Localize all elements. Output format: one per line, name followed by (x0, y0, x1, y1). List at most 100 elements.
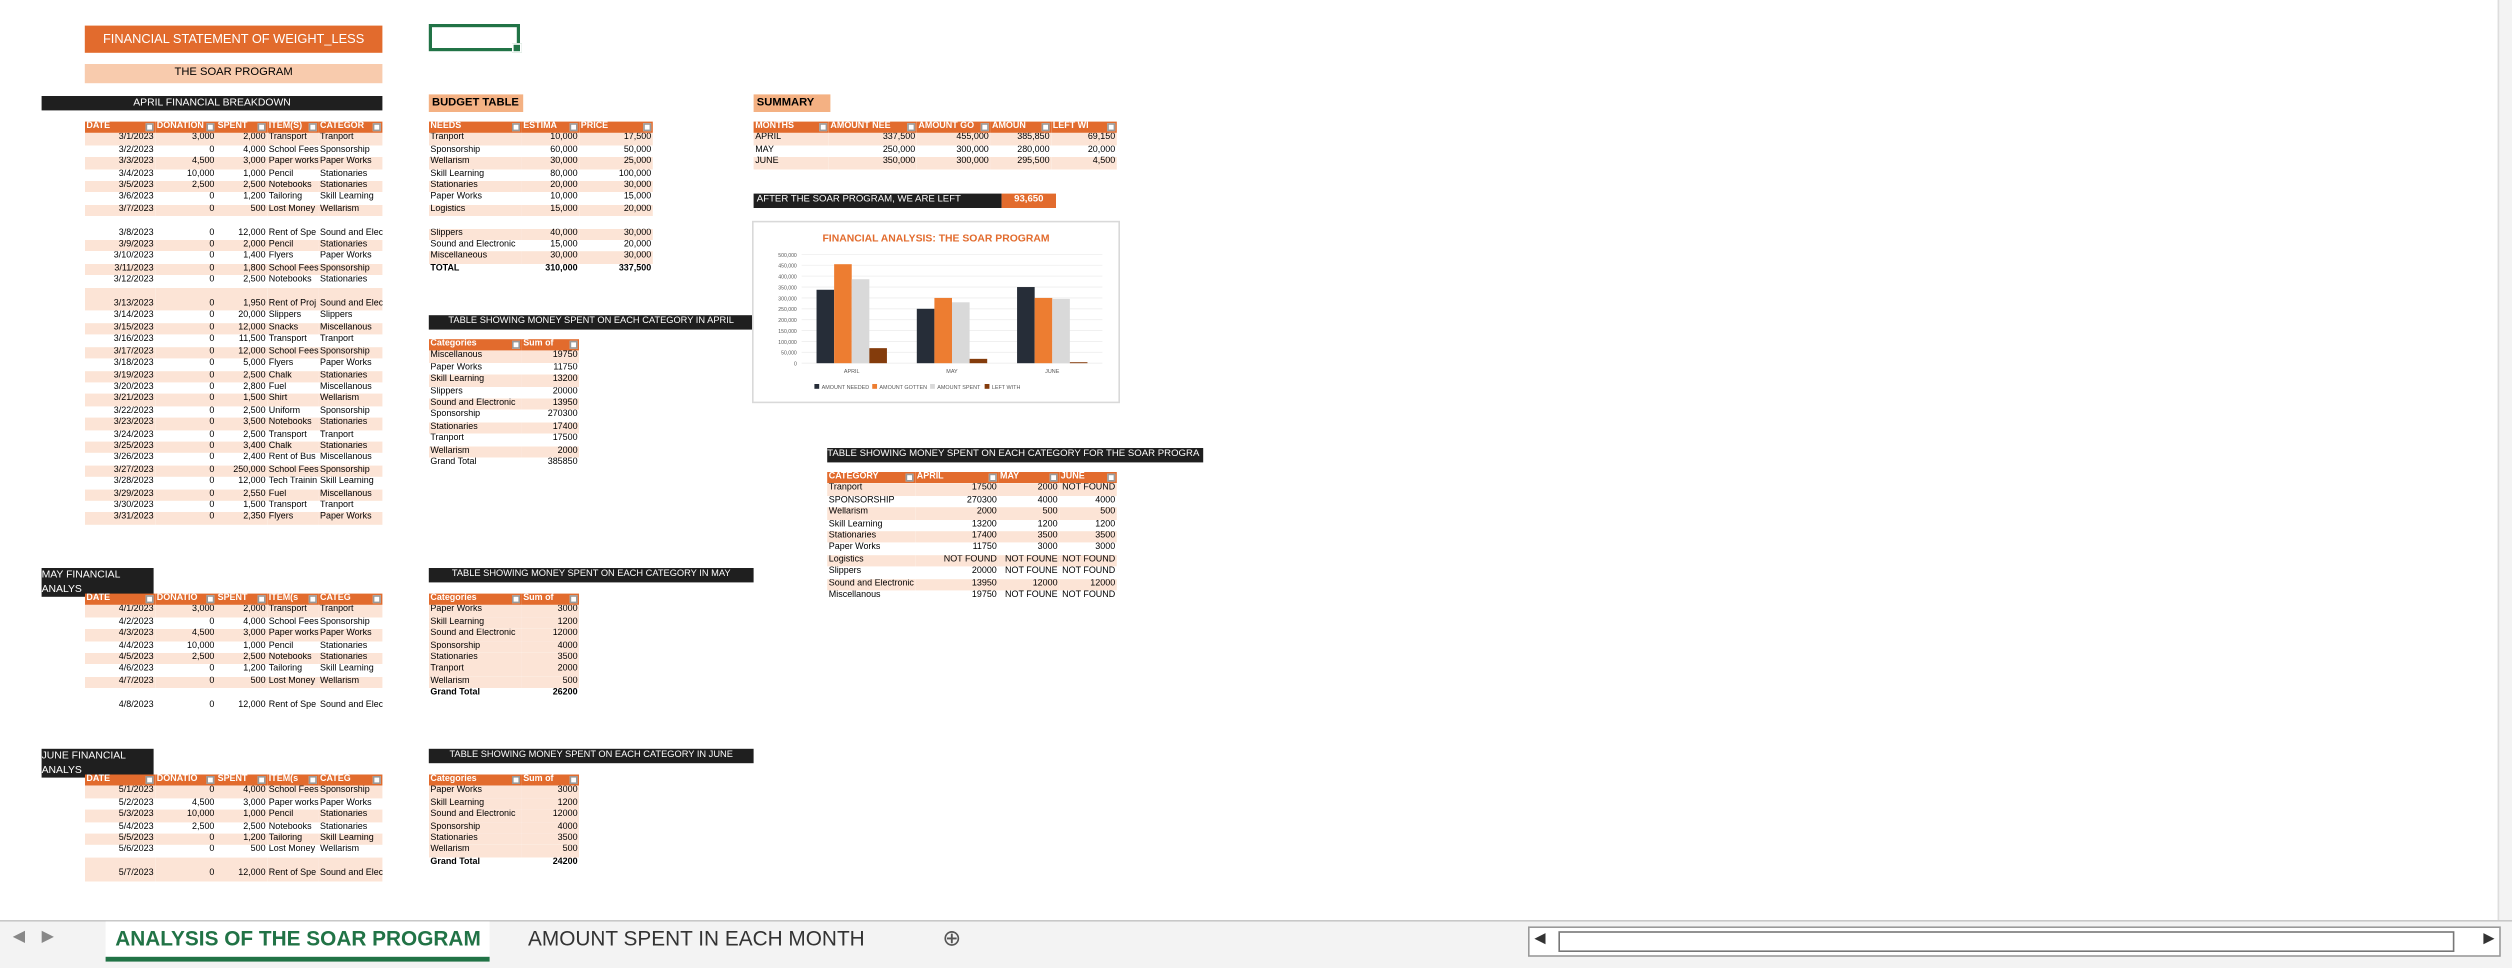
table-cell[interactable]: 0 (155, 664, 216, 677)
table-cell[interactable]: Miscellanous (827, 590, 916, 603)
header-cell[interactable]: Sum of (521, 593, 580, 606)
table-cell[interactable]: Tranport (428, 434, 522, 446)
header-cell[interactable]: SPENT (216, 593, 268, 606)
table-cell[interactable]: Skill Learning (318, 833, 383, 846)
table-cell[interactable]: Sound and Electronics (318, 287, 383, 312)
table-cell[interactable]: Wellarism (428, 445, 522, 458)
table-cell[interactable]: 3000 (521, 786, 580, 799)
table-cell[interactable]: 100,000 (579, 169, 653, 181)
table-cell[interactable]: Skill Learning (428, 798, 522, 810)
horizontal-scrollbar[interactable]: ◀ ▶ (1528, 926, 2501, 957)
header-cell[interactable]: SPENT (216, 121, 268, 134)
table-cell[interactable]: Slippers (267, 311, 319, 323)
table-cell[interactable]: 30,000 (579, 251, 653, 264)
table-cell[interactable]: Stationaries (827, 531, 916, 544)
table-cell[interactable]: Sound and Electronic (428, 809, 522, 822)
table-cell[interactable]: 3500 (1059, 531, 1117, 544)
table-cell[interactable]: Sponsorship (318, 405, 383, 418)
table-cell[interactable]: Wellarism (428, 157, 522, 169)
table-cell[interactable]: 26200 (521, 688, 580, 701)
table-cell[interactable]: 0 (155, 275, 216, 288)
table-cell[interactable]: 3/24/2023 (84, 429, 156, 442)
table-cell[interactable]: Slippers (428, 386, 522, 399)
table-cell[interactable]: 1200 (998, 519, 1060, 532)
table-cell[interactable]: Skill Learning (428, 617, 522, 630)
table-cell[interactable]: 3/13/2023 (84, 287, 156, 312)
table-cell[interactable]: 5/2/2023 (84, 798, 156, 810)
table-cell[interactable]: Tailoring (267, 192, 319, 205)
table-cell[interactable]: Tranport (318, 605, 383, 618)
table-cell[interactable]: Stationaries (318, 641, 383, 653)
table-cell[interactable]: Pencil (267, 641, 319, 653)
table-cell[interactable]: 337,500 (579, 263, 653, 276)
table-cell[interactable]: NOT FOUNE (998, 590, 1060, 603)
header-cell[interactable]: MONTHS (753, 121, 829, 134)
table-cell[interactable]: Sound and Electronics (318, 857, 383, 882)
table-cell[interactable]: Wellarism (428, 845, 522, 858)
table-cell[interactable]: 300,000 (916, 145, 991, 158)
table-cell[interactable]: 0 (155, 311, 216, 323)
table-cell[interactable]: 3/1/2023 (84, 133, 156, 146)
table-cell[interactable]: 3/25/2023 (84, 441, 156, 454)
table-cell[interactable]: 3/27/2023 (84, 465, 156, 478)
header-cell[interactable]: PRICE (579, 121, 653, 134)
table-cell[interactable]: 19750 (521, 351, 580, 363)
table-cell[interactable]: Miscellanous (318, 453, 383, 466)
table-cell[interactable]: Skill Learning (428, 374, 522, 387)
table-cell[interactable]: Sponsorship (428, 145, 522, 158)
table-cell[interactable]: 3/31/2023 (84, 512, 156, 525)
table-cell[interactable]: Paper Works (428, 605, 522, 618)
table-cell[interactable]: 4/3/2023 (84, 629, 156, 641)
table-cell[interactable]: 0 (155, 833, 216, 846)
table-cell[interactable]: Lost Money (267, 204, 319, 217)
table-cell[interactable]: 60,000 (521, 145, 580, 158)
table-cell[interactable]: 0 (155, 334, 216, 347)
table-cell[interactable]: Skill Learning (318, 664, 383, 677)
tab-amount-spent[interactable]: AMOUNT SPENT IN EACH MONTH (518, 922, 874, 957)
table-cell[interactable]: Stationaries (428, 180, 522, 193)
table-cell[interactable]: Paper Works (318, 157, 383, 169)
table-cell[interactable]: 3/2/2023 (84, 145, 156, 158)
table-cell[interactable]: 0 (155, 145, 216, 158)
table-cell[interactable]: Rent of Proj (267, 287, 319, 312)
table-cell[interactable]: 1,000 (216, 641, 268, 653)
table-cell[interactable]: 2,500 (155, 821, 216, 834)
table-cell[interactable]: 3,000 (216, 798, 268, 810)
table-cell[interactable]: 0 (155, 382, 216, 395)
table-cell[interactable]: 0 (155, 488, 216, 501)
table-cell[interactable]: 5/1/2023 (84, 786, 156, 799)
table-cell[interactable]: 4/8/2023 (84, 688, 156, 713)
header-cell[interactable]: DATE (84, 593, 156, 606)
table-cell[interactable]: Notebooks (267, 821, 319, 834)
table-cell[interactable]: 310,000 (521, 263, 580, 276)
table-cell[interactable]: Sponsorship (318, 465, 383, 478)
table-cell[interactable]: 3/4/2023 (84, 169, 156, 181)
table-cell[interactable]: JUNE (753, 157, 829, 169)
table-cell[interactable]: 4,500 (155, 629, 216, 641)
table-cell[interactable]: Stationaries (318, 652, 383, 665)
table-cell[interactable]: Stationaries (318, 441, 383, 454)
table-cell[interactable]: 0 (155, 394, 216, 406)
table-cell[interactable]: 2,500 (155, 180, 216, 193)
table-cell[interactable]: 20000 (915, 566, 999, 579)
table-cell[interactable]: 4/1/2023 (84, 605, 156, 618)
table-cell[interactable]: Stationaries (318, 417, 383, 430)
table-cell[interactable]: Stationaries (318, 240, 383, 252)
table-cell[interactable]: Grand Total (428, 688, 522, 701)
table-cell[interactable]: 0 (155, 358, 216, 371)
table-cell[interactable]: 280,000 (990, 145, 1052, 158)
table-cell[interactable]: School Fees (267, 465, 319, 478)
table-cell[interactable]: 3/12/2023 (84, 275, 156, 288)
table-cell[interactable]: 5/7/2023 (84, 857, 156, 882)
header-cell[interactable]: CATEGOR (318, 121, 383, 134)
table-cell[interactable]: Paper Works (318, 512, 383, 525)
table-cell[interactable]: Wellarism (318, 845, 383, 858)
table-cell[interactable]: Stationaries (318, 275, 383, 288)
table-cell[interactable]: 1,000 (216, 169, 268, 181)
table-cell[interactable]: 3500 (998, 531, 1060, 544)
table-cell[interactable]: 3,000 (155, 605, 216, 618)
table-cell[interactable]: 3/19/2023 (84, 370, 156, 383)
table-cell[interactable]: 2000 (521, 445, 580, 458)
table-cell[interactable]: 4000 (521, 821, 580, 834)
table-cell[interactable]: Skill Learning (428, 169, 522, 181)
